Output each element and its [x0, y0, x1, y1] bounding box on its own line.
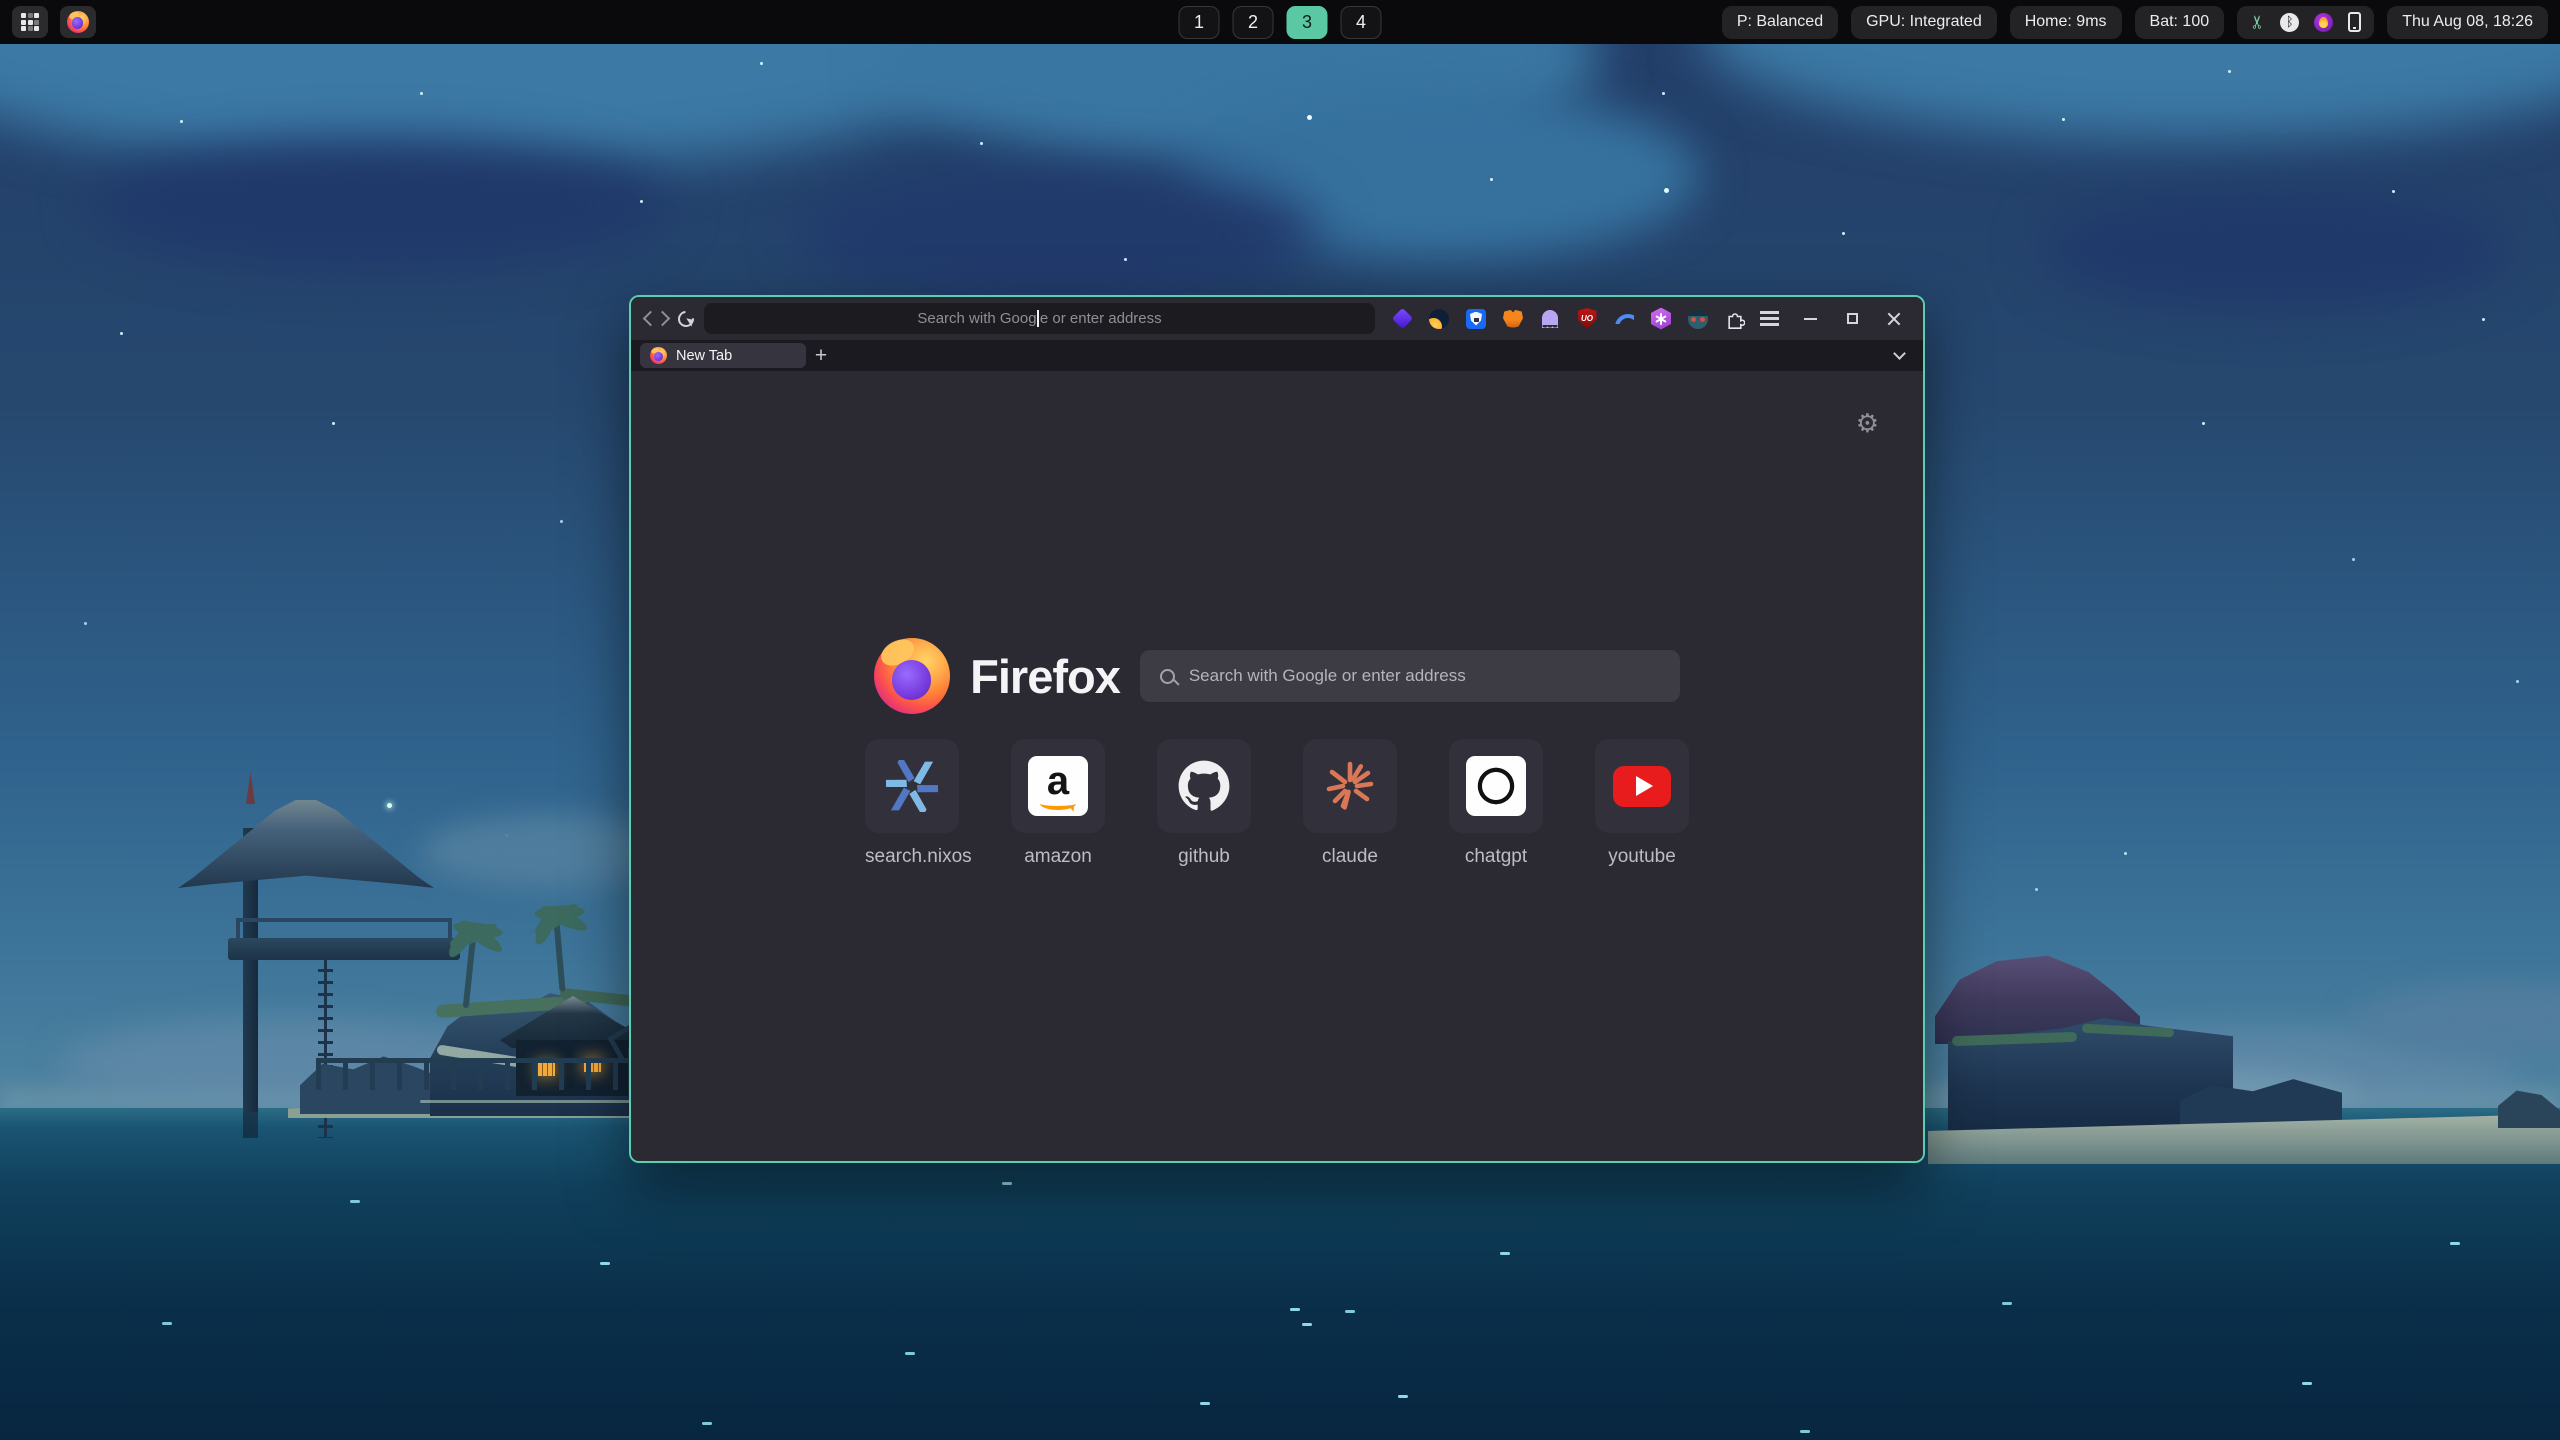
workspace-4[interactable]: 4 [1341, 6, 1382, 39]
claude-starburst-icon [1324, 760, 1376, 812]
tower-reflection [243, 1108, 258, 1138]
spy-face-extension-icon[interactable] [1687, 308, 1709, 330]
bluetooth-icon[interactable]: ᛒ [2280, 13, 2299, 32]
status-group: P: Balanced GPU: Integrated Home: 9ms Ba… [1722, 6, 2548, 39]
shortcut-label: amazon [1011, 846, 1105, 868]
extensions-puzzle-icon[interactable] [1724, 308, 1746, 330]
shortcut-tile[interactable] [1449, 739, 1543, 833]
battery-pill: Bat: 100 [2135, 6, 2225, 39]
ublock-shield-extension-icon[interactable]: UO [1576, 308, 1598, 330]
firefox-launcher-button[interactable] [60, 6, 96, 38]
minimize-button[interactable] [1799, 308, 1821, 330]
apps-grid-icon [21, 13, 39, 31]
search-placeholder: Search with Google or enter address [1189, 666, 1466, 686]
openai-icon [1466, 756, 1526, 816]
watchtower-railing [236, 918, 452, 938]
shortcut-label: search.nixos [865, 846, 959, 868]
newtab-hero: Firefox Search with Google or enter addr… [631, 605, 1923, 747]
watchtower-platform [228, 938, 460, 960]
firefox-window: Search with Google or enter address UO [629, 295, 1925, 1163]
tab-favicon-firefox [650, 347, 667, 364]
ping-pill: Home: 9ms [2010, 6, 2122, 39]
shortcut-label: chatgpt [1449, 846, 1543, 868]
hexagon-snowflake-extension-icon[interactable] [1650, 308, 1672, 330]
flame-icon[interactable] [2314, 13, 2333, 32]
list-all-tabs-chevron-icon[interactable] [1893, 347, 1906, 360]
amazon-smile [1040, 797, 1076, 810]
firefox-wordmark: Firefox [970, 649, 1120, 704]
firefox-icon [67, 11, 89, 33]
launcher-group [12, 6, 96, 38]
hamburger-icon [1760, 311, 1779, 314]
shortcut-github[interactable]: github [1157, 739, 1251, 868]
github-octocat-icon [1175, 757, 1233, 815]
workspace-3-active[interactable]: 3 [1287, 6, 1328, 39]
shortcut-label: github [1157, 846, 1251, 868]
forward-button[interactable] [657, 304, 673, 334]
new-tab-page: ⚙ Firefox Search with Google or enter ad… [631, 371, 1923, 1161]
menu-button[interactable] [1760, 304, 1779, 334]
workspace-1[interactable]: 1 [1179, 6, 1220, 39]
shortcut-tiles: search.nixos a amazon github [631, 739, 1923, 868]
shortcut-search-nixos[interactable]: search.nixos [865, 739, 959, 868]
scissors-icon[interactable]: ✂ [2249, 14, 2267, 29]
url-bar[interactable]: Search with Google or enter address [704, 303, 1375, 334]
cloud-dark [2040, 190, 2510, 310]
shortcut-label: claude [1303, 846, 1397, 868]
reload-icon [675, 307, 698, 330]
workspace-switcher: 1 2 3 4 [1179, 6, 1382, 39]
app-launcher-button[interactable] [12, 6, 48, 38]
reload-button[interactable] [678, 304, 694, 334]
navigation-toolbar: Search with Google or enter address UO [631, 297, 1923, 340]
amazon-icon: a [1028, 756, 1088, 816]
shortcut-tile[interactable]: a [1011, 739, 1105, 833]
boardwalk-bridge [316, 1058, 636, 1090]
amazon-a: a [1047, 765, 1069, 797]
maximize-button[interactable] [1841, 308, 1863, 330]
vpn-arc-extension-icon[interactable] [1613, 308, 1635, 330]
tab-bar: New Tab + [631, 340, 1923, 371]
window-controls [1799, 308, 1905, 330]
bright-star [387, 803, 392, 808]
personalize-gear-icon[interactable]: ⚙ [1856, 411, 1879, 437]
new-tab-button[interactable]: + [806, 343, 836, 368]
newtab-search-input[interactable]: Search with Google or enter address [1140, 650, 1680, 702]
clock: Thu Aug 08, 18:26 [2387, 6, 2548, 39]
system-tray: ✂ ᛒ [2237, 6, 2374, 39]
text-caret [1037, 310, 1039, 327]
shortcut-chatgpt[interactable]: chatgpt [1449, 739, 1543, 868]
shortcut-youtube[interactable]: youtube [1595, 739, 1689, 868]
shield-lock-extension-icon[interactable] [1465, 308, 1487, 330]
url-placeholder: Search with Google or enter address [917, 310, 1161, 327]
gpu-pill: GPU: Integrated [1851, 6, 1997, 39]
power-profile-pill: P: Balanced [1722, 6, 1838, 39]
youtube-play-icon [1613, 766, 1671, 807]
dark-moon-extension-icon[interactable] [1428, 308, 1450, 330]
nixos-snowflake-icon [886, 760, 938, 812]
shortcut-tile[interactable] [1595, 739, 1689, 833]
cloud-dark [800, 165, 1320, 305]
extension-buttons: UO [1391, 308, 1746, 330]
shortcut-tile[interactable] [865, 739, 959, 833]
shortcut-tile[interactable] [1157, 739, 1251, 833]
tab-label: New Tab [676, 348, 732, 364]
shortcut-tile[interactable] [1303, 739, 1397, 833]
chevron-right-icon [654, 311, 670, 327]
top-status-bar: 1 2 3 4 P: Balanced GPU: Integrated Home… [0, 0, 2560, 44]
purple-diamond-extension-icon[interactable] [1391, 308, 1413, 330]
workspace-2[interactable]: 2 [1233, 6, 1274, 39]
shortcut-claude[interactable]: claude [1303, 739, 1397, 868]
shortcut-amazon[interactable]: a amazon [1011, 739, 1105, 868]
shortcut-label: youtube [1595, 846, 1689, 868]
ublock-badge: UO [1581, 314, 1593, 323]
cloud-dark [90, 140, 670, 270]
metamask-fox-extension-icon[interactable] [1502, 308, 1524, 330]
search-icon [1160, 669, 1175, 684]
phone-icon[interactable] [2348, 12, 2361, 32]
close-button[interactable] [1883, 308, 1905, 330]
tab-new-tab[interactable]: New Tab [640, 343, 806, 368]
ghost-extension-icon[interactable] [1539, 308, 1561, 330]
firefox-logo [874, 638, 950, 714]
